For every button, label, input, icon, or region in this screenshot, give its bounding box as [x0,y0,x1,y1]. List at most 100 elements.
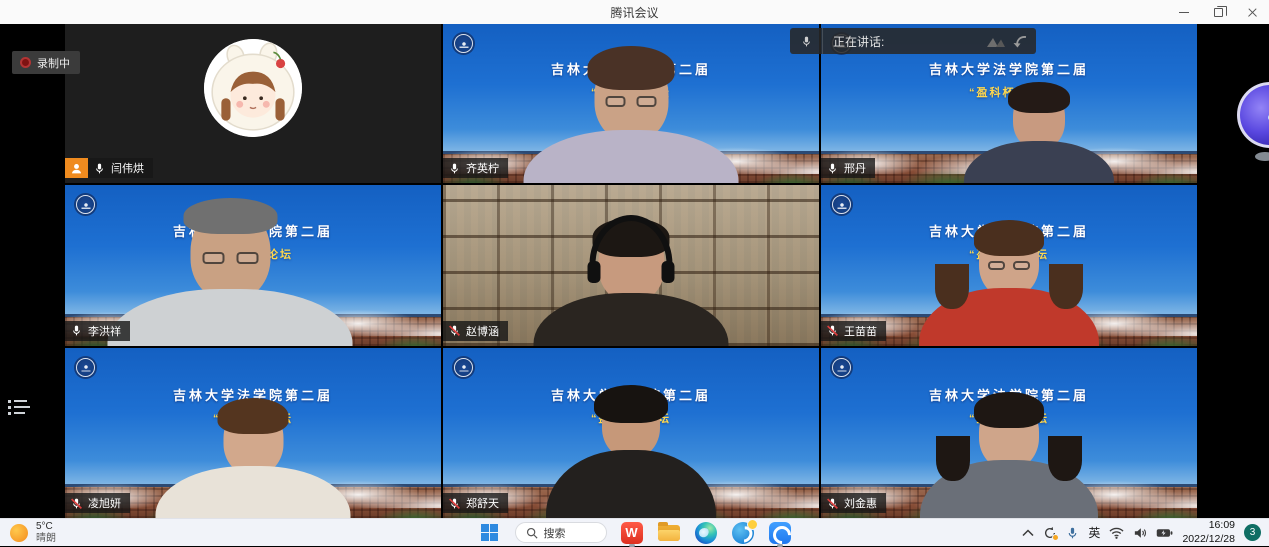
university-logo-icon [452,356,475,379]
meeting-main-area: 录制中 正在讲话: [0,24,1269,518]
floating-assistant-orb[interactable] [1237,82,1269,148]
update-alert-dot [1052,534,1059,541]
edge-browser-icon[interactable] [694,521,718,545]
minimize-button[interactable] [1167,0,1201,24]
speaker-icon[interactable] [1133,527,1147,539]
participant-list-toggle[interactable] [8,396,32,418]
minimize-icon [1179,12,1189,13]
name-bar: 齐英柠 [443,158,508,178]
video-tile[interactable]: 闫伟烘 [65,24,441,183]
notification-count-badge[interactable]: 3 [1244,524,1261,541]
ime-language-indicator[interactable]: 英 [1088,524,1100,541]
participant-name: 李洪祥 [88,323,121,339]
search-label: 搜索 [544,525,566,541]
mic-on-icon [448,162,461,175]
wifi-icon[interactable] [1109,527,1124,539]
video-tile[interactable]: 吉林大学法学院第二届 “盈科杯”论坛 王苗苗 [821,185,1197,346]
collapse-arrow-icon[interactable] [1012,34,1028,49]
university-logo-icon [830,193,853,216]
mic-muted-icon [448,324,461,337]
battery-icon[interactable] [1156,528,1173,538]
video-tile[interactable]: 吉林大学法学院第二届 “盈科杯”论坛 郑舒天 [443,348,819,518]
participant-video [108,206,353,346]
university-logo-icon [74,193,97,216]
taskbar-center-icons: 搜索 W [478,519,792,546]
windows-logo-icon [481,524,499,542]
hidden-icons-chevron[interactable] [1022,529,1034,537]
participant-video [546,390,716,518]
avatar [204,39,302,137]
participant-name: 闫伟烘 [111,160,144,176]
name-bar: 王苗苗 [821,321,886,341]
tencent-meeting-icon[interactable] [768,521,792,545]
participant-video [524,53,739,183]
taskbar-search[interactable]: 搜索 [515,522,607,543]
video-tile[interactable]: 吉林大学法学院第二届 “盈科杯”论坛 齐英柠 [443,24,819,183]
university-logo-icon [74,356,97,379]
name-bar: 邢丹 [821,158,875,178]
name-bar: 刘金惠 [821,493,886,513]
name-bar: 闫伟烘 [65,158,153,178]
restore-icon [1214,8,1223,17]
recording-badge[interactable]: 录制中 [12,51,80,74]
mic-muted-icon [826,324,839,337]
mic-on-icon [93,162,106,175]
speaking-banner: 正在讲话: [790,28,1036,54]
banner-mic-box [790,28,823,54]
participant-name: 刘金惠 [844,495,877,511]
mic-muted-icon [70,497,83,510]
mic-on-icon [826,162,839,175]
file-explorer-icon[interactable] [657,521,681,545]
sync-update-icon[interactable] [1043,526,1057,540]
participant-video [919,226,1099,346]
clock-time: 16:09 [1182,519,1235,532]
university-logo-icon [830,356,853,379]
participant-name: 王苗苗 [844,323,877,339]
orb-tail [1255,152,1269,161]
video-tile[interactable]: 吉林大学法学院第二届 “盈科杯”论坛 李洪祥 [65,185,441,346]
microphone-icon [800,35,813,48]
name-bar: 李洪祥 [65,321,130,341]
university-logo-icon [452,32,475,55]
wps-office-icon[interactable]: W [620,521,644,545]
speaking-label: 正在讲话: [833,33,884,50]
video-tile[interactable]: 吉林大学法学院第二届 “盈科杯”论坛 凌旭妍 [65,348,441,518]
name-bar: 赵博涵 [443,321,508,341]
close-icon [1247,7,1258,18]
tray-microphone-icon[interactable] [1066,526,1079,540]
recording-label: 录制中 [37,55,70,71]
list-icon [8,400,11,403]
weather-widget[interactable]: 5°C 晴朗 [10,519,56,546]
video-grid: 闫伟烘 吉林大学法学院第二届 “盈科杯”论坛 [65,24,1197,518]
video-tile[interactable]: 赵博涵 [443,185,819,346]
mic-on-icon [70,324,83,337]
weather-condition: 晴朗 [36,533,56,545]
headphones [589,215,672,266]
participant-name: 郑舒天 [466,495,499,511]
participant-video [920,398,1098,518]
title-bar: 腾讯会议 [0,0,1269,24]
weather-temperature: 5°C [36,521,56,533]
windows-taskbar: 5°C 晴朗 搜索 W [0,518,1269,546]
window-controls [1167,0,1269,24]
participant-video [156,404,351,518]
mic-muted-icon [448,497,461,510]
presenter-badge [65,158,88,178]
participant-video [534,224,729,346]
taskbar-clock[interactable]: 16:09 2022/12/28 [1182,519,1235,545]
search-icon [526,527,538,539]
participant-name: 邢丹 [844,160,866,176]
sun-icon [10,524,28,542]
network-quality-icon [986,34,1012,49]
participant-name: 赵博涵 [466,323,499,339]
system-tray: 英 16:09 2022/12/28 [1022,519,1261,546]
messaging-app-icon[interactable] [731,521,755,545]
start-button[interactable] [478,521,502,545]
video-tile[interactable]: 吉林大学法学院第二届 “盈科杯”论坛 刘金惠 [821,348,1197,518]
name-bar: 凌旭妍 [65,493,130,513]
name-bar: 郑舒天 [443,493,508,513]
participant-video [964,87,1114,183]
close-button[interactable] [1235,0,1269,24]
restore-button[interactable] [1201,0,1235,24]
participant-name: 凌旭妍 [88,495,121,511]
